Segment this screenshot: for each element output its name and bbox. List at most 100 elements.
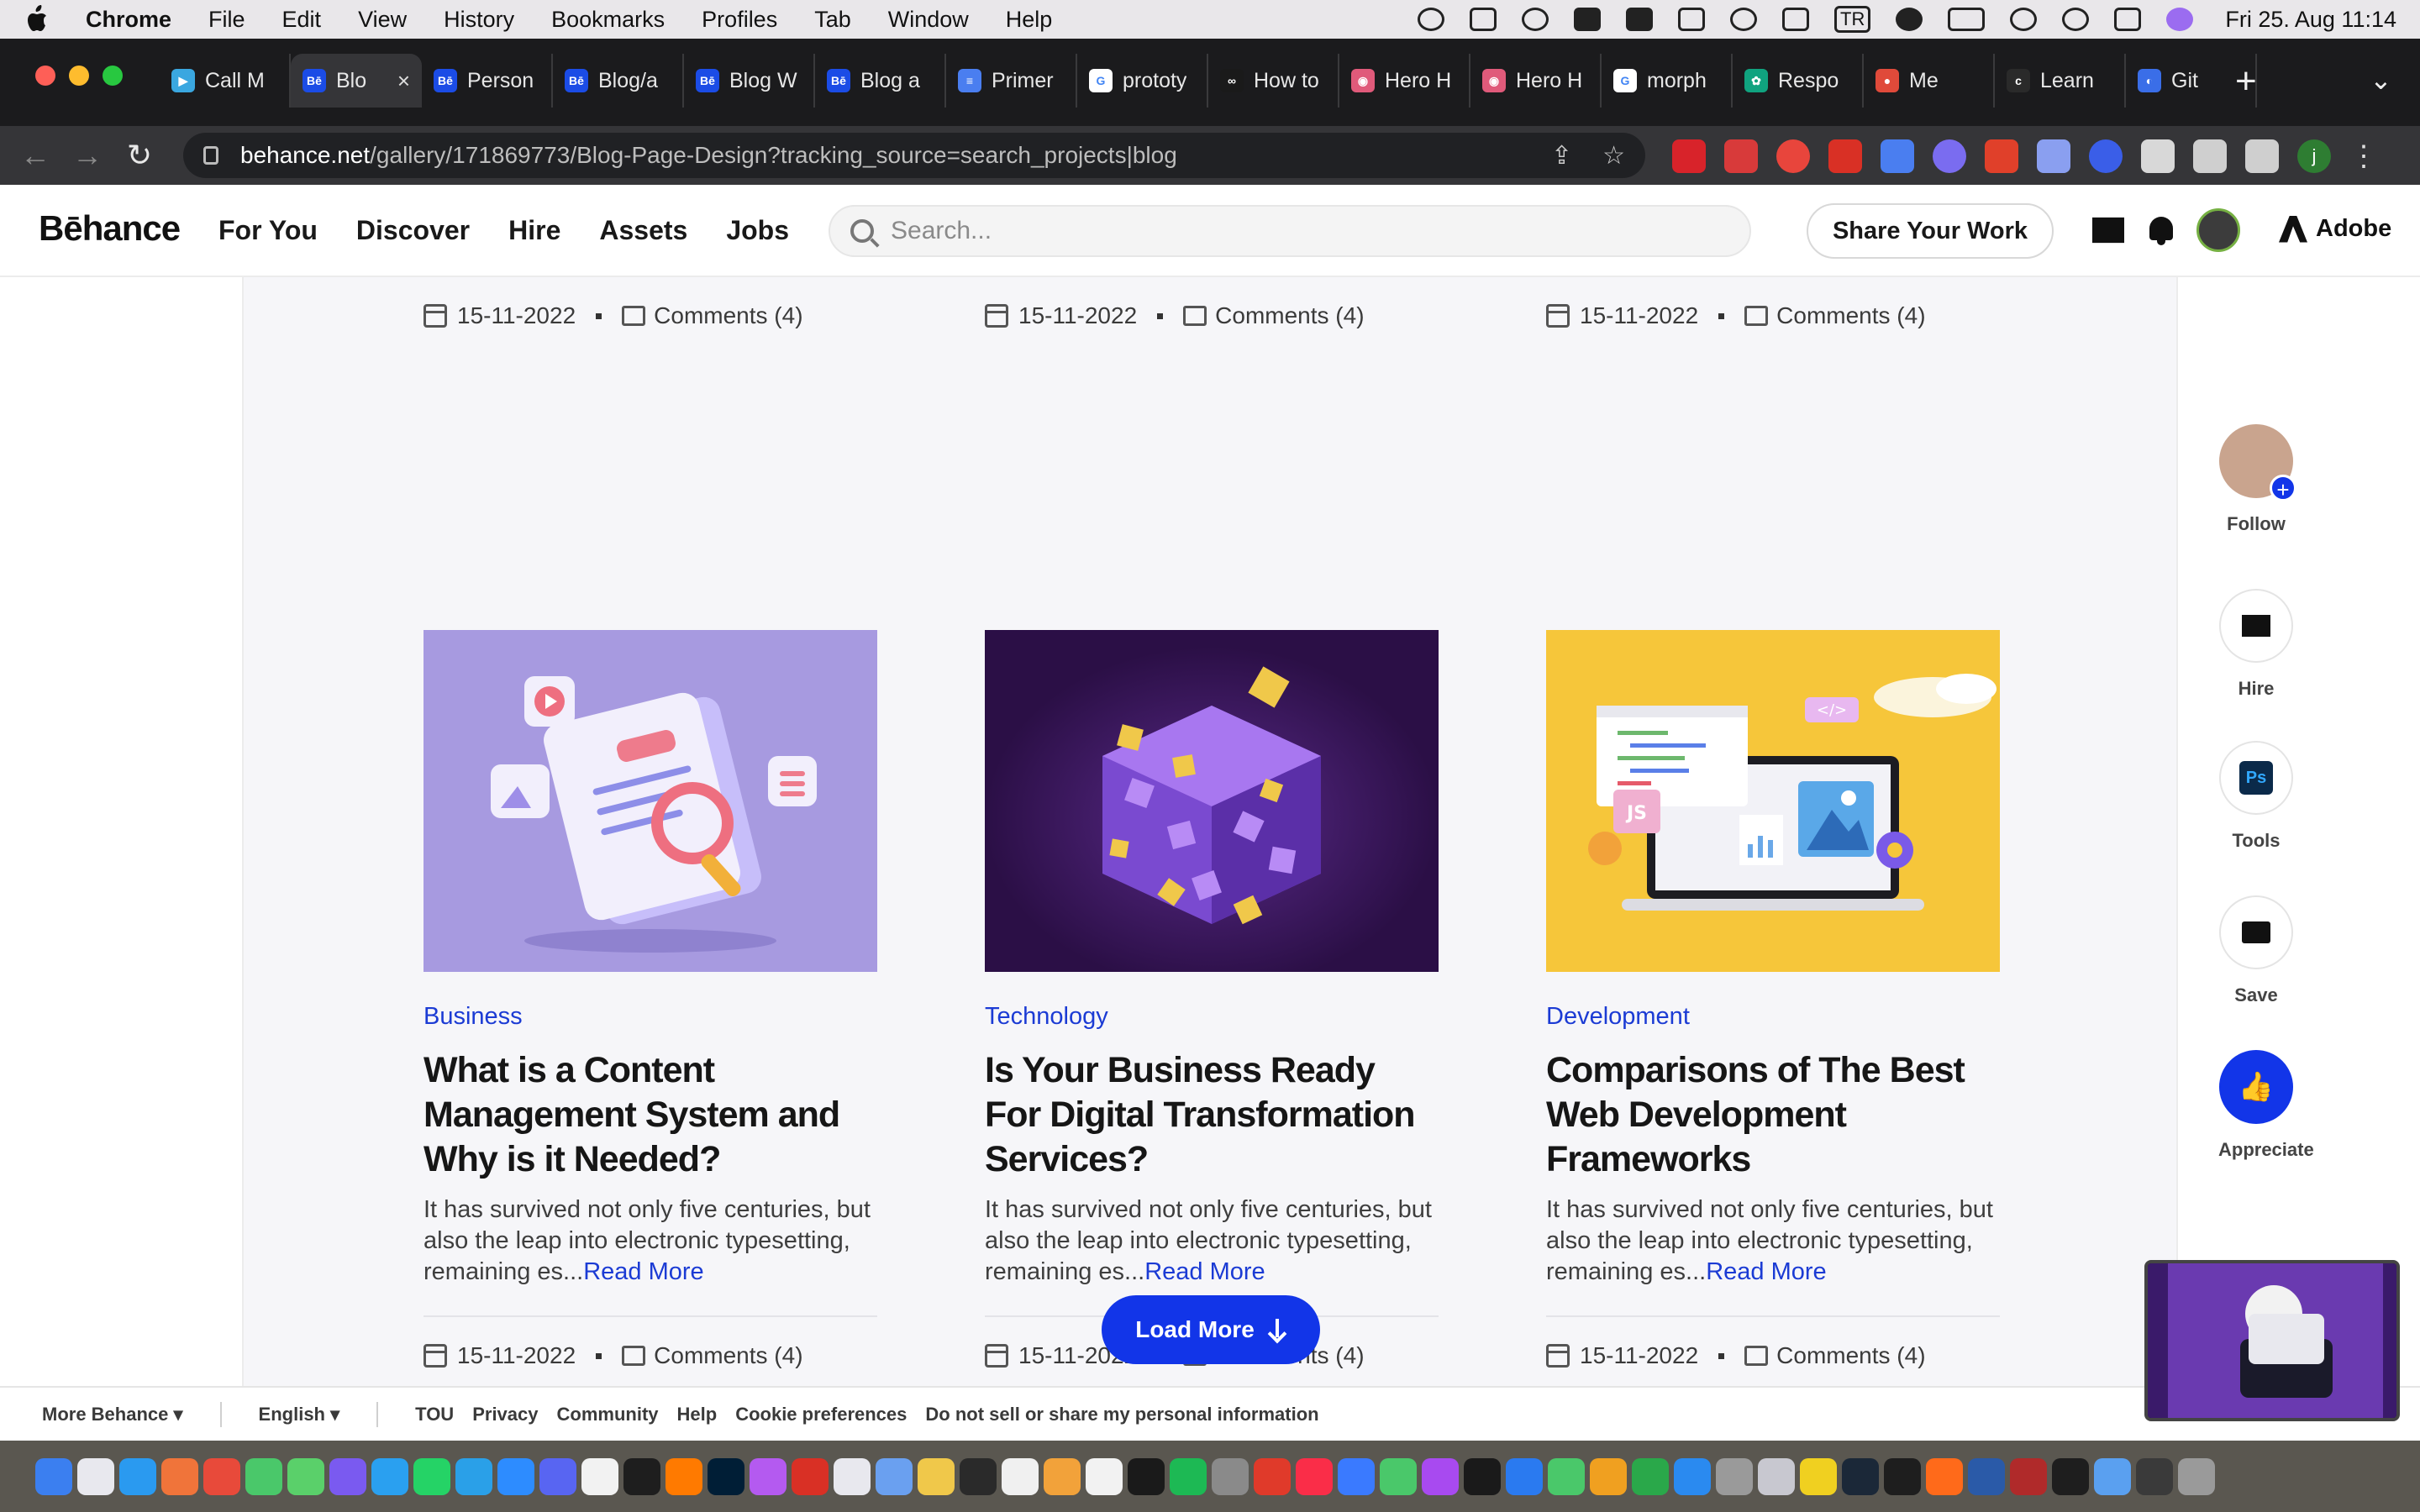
owner-avatar[interactable]: + — [2219, 424, 2296, 502]
dock-app-icon[interactable] — [1170, 1457, 1207, 1495]
follow-plus-icon[interactable]: + — [2270, 475, 2296, 502]
dock-app-icon[interactable] — [1884, 1457, 1921, 1495]
user-avatar[interactable] — [2196, 208, 2240, 252]
footer-link-do-not-sell[interactable]: Do not sell or share my personal informa… — [925, 1404, 1318, 1425]
dock-app-icon[interactable] — [1212, 1457, 1249, 1495]
dock-app-icon[interactable] — [1968, 1457, 2005, 1495]
card-title[interactable]: What is a Content Management System and … — [424, 1048, 877, 1182]
dock-app-icon[interactable] — [1548, 1457, 1585, 1495]
dock-app-icon[interactable] — [581, 1457, 618, 1495]
back-button[interactable]: ← — [18, 138, 52, 173]
appreciate-action[interactable]: 👍 Appreciate — [2218, 1050, 2314, 1161]
menubar-clock[interactable]: Fri 25. Aug 11:14 — [2225, 7, 2396, 33]
follow-action[interactable]: + Follow — [2218, 424, 2296, 535]
dock-app-icon[interactable] — [1800, 1457, 1837, 1495]
more-behance-menu[interactable]: More Behance ▾ — [42, 1404, 183, 1425]
close-window-button[interactable] — [35, 66, 55, 86]
display-icon[interactable] — [1678, 8, 1706, 31]
nav-for-you[interactable]: For You — [218, 215, 318, 246]
dock-app-icon[interactable] — [876, 1457, 913, 1495]
dock-app-icon[interactable] — [77, 1457, 114, 1495]
search-input[interactable] — [891, 217, 1647, 245]
dock-app-icon[interactable] — [1842, 1457, 1879, 1495]
nav-assets[interactable]: Assets — [599, 215, 687, 246]
new-tab-button[interactable]: + — [2235, 60, 2257, 102]
footer-link-cookies[interactable]: Cookie preferences — [735, 1404, 907, 1425]
dock-app-icon[interactable] — [2136, 1457, 2173, 1495]
adobe-link[interactable]: Adobe — [2279, 215, 2391, 243]
tab-close-icon[interactable]: × — [397, 68, 410, 94]
dock-app-icon[interactable] — [1422, 1457, 1459, 1495]
dock-app-icon[interactable] — [1590, 1457, 1627, 1495]
dock-app-icon[interactable] — [1758, 1457, 1795, 1495]
share-icon[interactable]: ⇪ — [1551, 141, 1572, 171]
dock-app-icon[interactable] — [245, 1457, 282, 1495]
menu-help[interactable]: Help — [1006, 7, 1053, 33]
dock-app-icon[interactable] — [1086, 1457, 1123, 1495]
dock-app-icon[interactable] — [1380, 1457, 1417, 1495]
browser-tab[interactable]: c Learn — [1995, 54, 2126, 108]
extension-pdf-icon[interactable] — [1828, 139, 1862, 173]
card-image-content-management[interactable] — [424, 630, 877, 972]
read-more-link[interactable]: Read More — [583, 1258, 703, 1285]
dock-app-icon[interactable] — [1716, 1457, 1753, 1495]
browser-tab[interactable]: ▶ Call M — [160, 54, 291, 108]
extension-tp-icon[interactable] — [1985, 139, 2018, 173]
dock-app-icon[interactable] — [834, 1457, 871, 1495]
dock-app-icon[interactable] — [2178, 1457, 2215, 1495]
dock-app-icon[interactable] — [623, 1457, 660, 1495]
menu-file[interactable]: File — [208, 7, 245, 33]
extension-circle-icon[interactable] — [1933, 139, 1966, 173]
search-icon[interactable] — [2062, 8, 2090, 31]
site-info-icon[interactable] — [203, 146, 218, 165]
post-comments[interactable]: Comments (4) — [1776, 1342, 1925, 1369]
load-more-button[interactable]: Load More — [1102, 1295, 1320, 1364]
tools-action[interactable]: Ps Tools — [2218, 741, 2294, 852]
save-action[interactable]: Save — [2218, 895, 2294, 1006]
post-comments[interactable]: Comments (4) — [1215, 302, 1364, 329]
nav-discover[interactable]: Discover — [356, 215, 470, 246]
menu-profiles[interactable]: Profiles — [702, 7, 777, 33]
dock-app-icon[interactable] — [1338, 1457, 1375, 1495]
dock-app-icon[interactable] — [708, 1457, 744, 1495]
menu-history[interactable]: History — [444, 7, 514, 33]
menu-bookmarks[interactable]: Bookmarks — [551, 7, 665, 33]
dock-app-icon[interactable] — [455, 1457, 492, 1495]
card-image-web-frameworks[interactable]: </> JS — [1546, 630, 2000, 972]
footer-link-help[interactable]: Help — [677, 1404, 718, 1425]
input-source[interactable]: TR — [1834, 6, 1871, 33]
side-panel-icon[interactable] — [2245, 139, 2279, 173]
share-your-work-button[interactable]: Share Your Work — [1807, 203, 2054, 259]
post-comments[interactable]: Comments (4) — [1776, 302, 1925, 329]
reload-button[interactable]: ↻ — [123, 138, 156, 173]
behance-logo[interactable]: Bēhance — [39, 208, 181, 249]
dock-app-icon[interactable] — [1296, 1457, 1333, 1495]
post-comments[interactable]: Comments (4) — [654, 1342, 802, 1369]
dock-app-icon[interactable] — [35, 1457, 72, 1495]
browser-tab[interactable]: ◉ Hero H — [1339, 54, 1470, 108]
screen-record-icon[interactable] — [1418, 8, 1445, 31]
mute-icon[interactable] — [1782, 8, 1810, 31]
extension-screen-icon[interactable] — [2037, 139, 2070, 173]
dock-app-icon[interactable] — [1254, 1457, 1291, 1495]
footer-link-community[interactable]: Community — [557, 1404, 659, 1425]
dock-app-icon[interactable] — [1002, 1457, 1039, 1495]
extension-translate-icon[interactable] — [1881, 139, 1914, 173]
menu-window[interactable]: Window — [888, 7, 969, 33]
tab-search-chevron-icon[interactable]: ⌄ — [2370, 64, 2392, 96]
card-category-development[interactable]: Development — [1546, 1003, 1690, 1031]
battery-icon[interactable] — [1948, 8, 1986, 31]
profile-avatar[interactable]: j — [2297, 139, 2331, 173]
dock-app-icon[interactable] — [2094, 1457, 2131, 1495]
browser-tab[interactable]: ● Me — [1864, 54, 1995, 108]
footer-link-tou[interactable]: TOU — [415, 1404, 454, 1425]
forward-button[interactable]: → — [71, 138, 104, 173]
browser-tab[interactable]: ∞ How to — [1208, 54, 1339, 108]
app-status-icon[interactable] — [1470, 8, 1497, 31]
dock-app-icon[interactable] — [1632, 1457, 1669, 1495]
dock-app-icon[interactable] — [918, 1457, 955, 1495]
extension-video-icon[interactable] — [1672, 139, 1706, 173]
dock-app-icon[interactable] — [329, 1457, 366, 1495]
hire-action[interactable]: Hire — [2218, 589, 2294, 700]
messages-icon[interactable] — [2092, 217, 2124, 244]
